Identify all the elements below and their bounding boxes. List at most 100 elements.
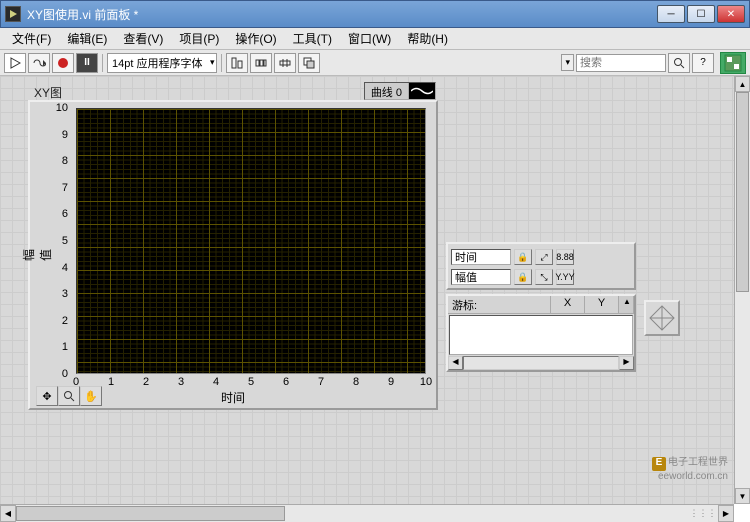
plot-area[interactable]: [76, 108, 426, 374]
align-button[interactable]: [226, 53, 248, 73]
front-panel[interactable]: XY图 曲线 0 幅值 10 9 8 7 6 5 4 3 2 1 0 0: [0, 76, 734, 504]
cursor-scroll-right[interactable]: ▶: [619, 356, 634, 370]
xtick: 7: [318, 376, 324, 388]
scale-y-autoscale-icon[interactable]: ⤡: [535, 269, 553, 285]
major-grid: [77, 109, 425, 373]
cursor-col-x: X: [551, 296, 585, 313]
cursor-mover[interactable]: [644, 300, 680, 336]
graph-label: XY图: [34, 84, 62, 101]
minimize-button[interactable]: ─: [657, 5, 685, 23]
y-ticks: 10 9 8 7 6 5 4 3 2 1 0: [30, 108, 72, 374]
menu-operate[interactable]: 操作(O): [227, 28, 284, 49]
scale-y-name[interactable]: [451, 269, 511, 285]
xy-graph[interactable]: XY图 曲线 0 幅值 10 9 8 7 6 5 4 3 2 1 0 0: [28, 100, 438, 410]
cursor-col-y: Y: [585, 296, 619, 313]
search-button[interactable]: [668, 53, 690, 73]
menu-project[interactable]: 项目(P): [171, 28, 227, 49]
scale-y-lock-icon[interactable]: 🔒: [514, 269, 532, 285]
vi-icon[interactable]: [720, 52, 746, 74]
menu-edit[interactable]: 编辑(E): [59, 28, 115, 49]
font-selector[interactable]: 14pt 应用程序字体: [107, 53, 217, 73]
cursor-list[interactable]: [449, 315, 633, 355]
cursor-scroll-up[interactable]: ▲: [619, 296, 634, 313]
app-icon: [5, 6, 21, 22]
cursor-header: 游标: X Y ▲: [448, 296, 634, 314]
pause-button[interactable]: II: [76, 53, 98, 73]
run-button[interactable]: [4, 53, 26, 73]
xtick: 4: [213, 376, 219, 388]
watermark-line2: eeworld.com.cn: [652, 471, 728, 482]
xtick: 9: [388, 376, 394, 388]
scale-x-lock-icon[interactable]: 🔒: [514, 249, 532, 265]
ytick: 0: [62, 368, 68, 380]
resize-button[interactable]: [274, 53, 296, 73]
xtick: 3: [178, 376, 184, 388]
scale-x-name[interactable]: [451, 249, 511, 265]
xtick: 5: [248, 376, 254, 388]
cursor-scroll-track[interactable]: [463, 356, 619, 370]
legend-sample[interactable]: [409, 83, 435, 99]
ytick: 5: [62, 235, 68, 247]
abort-button[interactable]: [52, 53, 74, 73]
scroll-up-icon[interactable]: ▲: [735, 76, 750, 92]
vertical-scrollbar[interactable]: ▲ ▼: [734, 76, 750, 504]
scale-row-y: 🔒 ⤡ Y.YY: [451, 267, 631, 287]
close-button[interactable]: ✕: [717, 5, 745, 23]
search-dropdown-icon[interactable]: ▾: [561, 54, 574, 71]
menu-tools[interactable]: 工具(T): [285, 28, 340, 49]
scroll-left-icon[interactable]: ◀: [0, 505, 16, 522]
ytick: 10: [56, 102, 68, 114]
scale-y-format-icon[interactable]: Y.YY: [556, 269, 574, 285]
reorder-button[interactable]: [298, 53, 320, 73]
xtick: 2: [143, 376, 149, 388]
plot-legend[interactable]: 曲线 0: [364, 82, 436, 100]
horizontal-scrollbar[interactable]: ◀ ⋮⋮⋮ ▶: [0, 504, 734, 522]
cursor-legend[interactable]: 游标: X Y ▲ ◀ ▶: [446, 294, 636, 372]
cursor-scroll-left[interactable]: ◀: [448, 356, 463, 370]
xtick: 8: [353, 376, 359, 388]
watermark-logo: E: [652, 457, 666, 471]
menu-help[interactable]: 帮助(H): [399, 28, 456, 49]
xtick: 1: [108, 376, 114, 388]
menu-file[interactable]: 文件(F): [4, 28, 59, 49]
zoom-button[interactable]: [58, 386, 80, 406]
separator: [102, 54, 103, 72]
scale-x-autoscale-icon[interactable]: ⤢: [535, 249, 553, 265]
ytick: 2: [62, 315, 68, 327]
ytick: 9: [62, 129, 68, 141]
ytick: 1: [62, 341, 68, 353]
font-label: 14pt 应用程序字体: [112, 55, 202, 71]
context-help-button[interactable]: ?: [692, 53, 714, 73]
scroll-right-icon[interactable]: ▶: [718, 505, 734, 522]
pan-button[interactable]: ✋: [80, 386, 102, 406]
legend-plot-name[interactable]: 曲线 0: [365, 83, 409, 99]
resize-grip[interactable]: ⋮⋮⋮: [688, 505, 718, 522]
watermark: E电子工程世界 eeworld.com.cn: [652, 457, 728, 482]
menu-view[interactable]: 查看(V): [115, 28, 171, 49]
cursor-hscroll: ◀ ▶: [448, 356, 634, 370]
vscroll-thumb[interactable]: [736, 92, 749, 292]
hscroll-thumb[interactable]: [16, 506, 285, 521]
titlebar: XY图使用.vi 前面板 * ─ ☐ ✕: [0, 0, 750, 28]
hscroll-track[interactable]: [16, 505, 688, 522]
search-input[interactable]: [576, 54, 666, 72]
plot-area-wrap: [76, 108, 426, 374]
menubar: 文件(F) 编辑(E) 查看(V) 项目(P) 操作(O) 工具(T) 窗口(W…: [0, 28, 750, 50]
window-buttons: ─ ☐ ✕: [657, 5, 745, 23]
ytick: 7: [62, 182, 68, 194]
cursor-move-button[interactable]: ✥: [36, 386, 58, 406]
scale-row-x: 🔒 ⤢ 8.88: [451, 247, 631, 267]
scroll-down-icon[interactable]: ▼: [735, 488, 750, 504]
ytick: 6: [62, 208, 68, 220]
ytick: 8: [62, 155, 68, 167]
ytick: 3: [62, 288, 68, 300]
distribute-button[interactable]: [250, 53, 272, 73]
scale-legend[interactable]: 🔒 ⤢ 8.88 🔒 ⤡ Y.YY: [446, 242, 636, 290]
menu-window[interactable]: 窗口(W): [340, 28, 399, 49]
scale-x-format-icon[interactable]: 8.88: [556, 249, 574, 265]
separator: [221, 54, 222, 72]
toolbar: II 14pt 应用程序字体 ▾ ?: [0, 50, 750, 76]
ytick: 4: [62, 262, 68, 274]
maximize-button[interactable]: ☐: [687, 5, 715, 23]
run-continuous-button[interactable]: [28, 53, 50, 73]
